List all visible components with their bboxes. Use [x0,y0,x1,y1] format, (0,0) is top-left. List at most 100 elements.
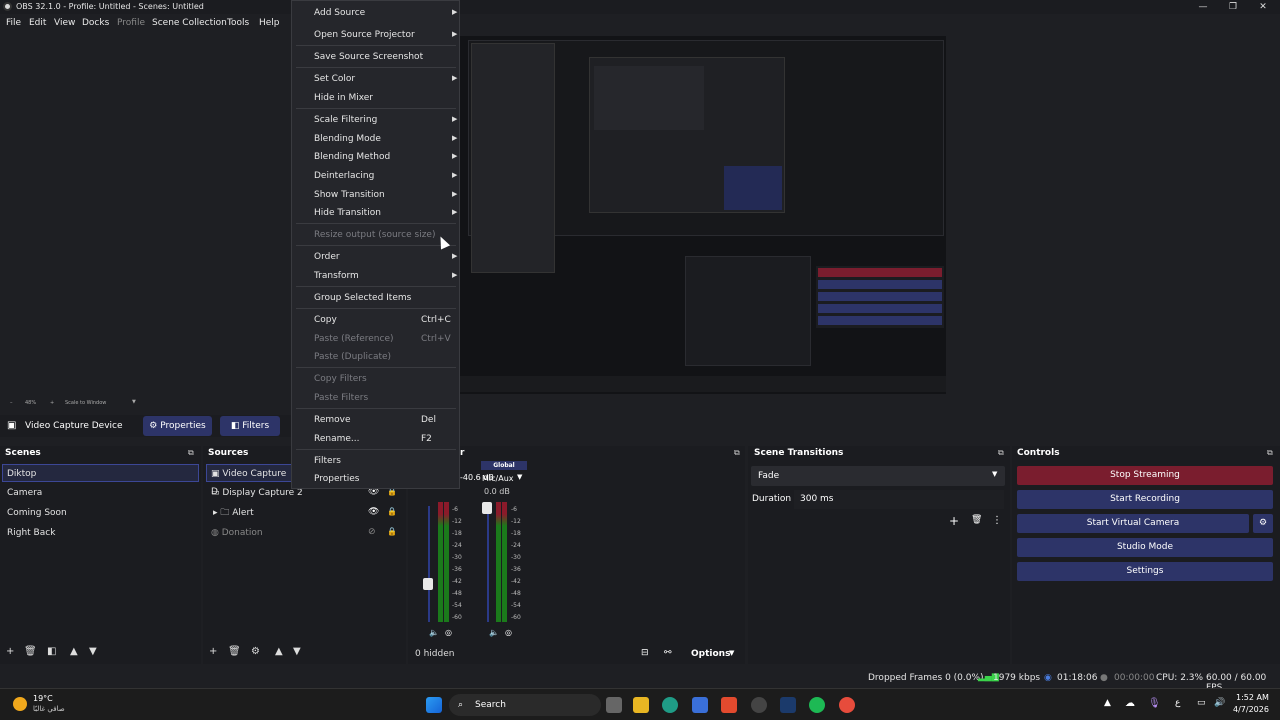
hidden-eye-icon[interactable]: ⊘ [368,527,376,537]
move-up-icon[interactable]: ▲ [275,646,283,657]
menu-edit[interactable]: Edit [29,18,46,28]
network-icon[interactable]: ▭ [1197,698,1206,708]
scale-mode[interactable]: Scale to Window [65,400,106,406]
windows-start-icon[interactable] [426,697,442,713]
chevron-down-icon[interactable]: ▼ [132,399,136,405]
close-icon[interactable]: ✕ [1248,0,1278,14]
menu-profile[interactable]: Profile [117,18,145,28]
source-item[interactable]: ▣ Video Capture D [206,464,296,497]
chevron-up-icon[interactable]: ▲ [1104,698,1111,708]
volume-slider-track[interactable] [428,506,430,622]
chevron-down-icon[interactable]: ▼ [517,473,522,481]
brave-icon[interactable] [721,697,737,713]
undock-icon[interactable]: ⧉ [1267,448,1273,458]
microphone-icon[interactable]: 🎙 [1148,698,1161,709]
menu-help[interactable]: Help [259,18,280,28]
zoom-out-icon[interactable]: – [10,400,13,406]
menu-view[interactable]: View [54,18,75,28]
spotify-icon[interactable] [809,697,825,713]
undock-icon[interactable]: ⧉ [998,448,1004,458]
more-options-icon[interactable]: ⋮ [992,515,1002,526]
language-indicator[interactable]: ع [1175,698,1180,708]
menu-file[interactable]: File [6,18,21,28]
start-virtual-camera-button[interactable]: Start Virtual Camera [1017,514,1249,533]
weather-icon[interactable] [13,697,27,711]
store-icon[interactable] [692,697,708,713]
menu-item-group-selected[interactable]: Group Selected Items [314,293,411,303]
menu-item-set-color[interactable]: Set Color [314,74,355,84]
scene-item[interactable]: Diktop [2,464,199,482]
taskbar-search[interactable]: ⌕ Search [449,694,601,716]
move-up-icon[interactable]: ▲ [70,646,78,657]
lock-icon[interactable]: 🔒 [387,507,397,516]
filters-button[interactable]: ◧ Filters [220,416,280,436]
menu-scene-collection[interactable]: Scene Collection [152,18,227,28]
chevron-down-icon[interactable]: ▼ [729,649,734,657]
menu-tools[interactable]: Tools [227,18,249,28]
move-down-icon[interactable]: ▼ [89,646,97,657]
preview-area[interactable] [3,35,290,397]
menu-item-scale-filtering[interactable]: Scale Filtering [314,115,377,125]
menu-item-blending-method[interactable]: Blending Method [314,152,390,162]
preview-canvas[interactable] [460,36,946,394]
edge-icon[interactable] [662,697,678,713]
duration-field[interactable]: 300 ms [794,490,1004,509]
menu-item-deinterlacing[interactable]: Deinterlacing [314,171,374,181]
filter-icon[interactable]: ◧ [47,646,56,657]
layout-icon[interactable]: ⊟ [641,648,649,658]
volume-icon[interactable]: 🔊 [1214,698,1225,708]
scene-item[interactable]: Right Back [2,524,199,542]
visibility-eye-icon[interactable]: 👁 [368,507,379,517]
transition-select[interactable]: Fade [751,466,1005,486]
start-recording-button[interactable]: Start Recording [1017,490,1273,509]
undock-icon[interactable]: ⧉ [734,448,740,458]
stop-streaming-button[interactable]: Stop Streaming [1017,466,1273,485]
volume-slider-handle[interactable] [423,578,433,590]
monitor-audio-icon[interactable]: ◎ [445,628,452,637]
obs-taskbar-icon[interactable] [751,697,767,713]
cloud-icon[interactable]: ☁ [1125,698,1135,709]
menu-item-rename[interactable]: Rename... [314,434,360,444]
trash-icon[interactable]: 🗑 [228,646,241,657]
move-down-icon[interactable]: ▼ [293,646,301,657]
volume-slider-handle[interactable] [482,502,492,514]
trash-icon[interactable]: 🗑 [971,515,982,525]
menu-item-hide-in-mixer[interactable]: Hide in Mixer [314,93,373,103]
menu-item-properties[interactable]: Properties [314,474,359,484]
zoom-in-icon[interactable]: + [50,400,54,406]
speaker-icon[interactable]: 🔈 [489,628,499,637]
add-icon[interactable]: + [209,646,217,657]
scene-item[interactable]: Coming Soon [2,504,199,522]
gear-icon[interactable]: ⚙ [1253,514,1273,533]
link-icon[interactable]: ⚯ [664,648,672,658]
studio-mode-button[interactable]: Studio Mode [1017,538,1273,557]
menu-item-order[interactable]: Order [314,252,340,262]
steam-icon[interactable] [780,697,796,713]
volume-slider-track[interactable] [487,506,489,622]
monitor-audio-icon[interactable]: ◎ [505,628,512,637]
file-explorer-icon[interactable] [633,697,649,713]
chevron-down-icon[interactable]: ▼ [992,470,997,478]
settings-button[interactable]: Settings [1017,562,1273,581]
menu-item-add-source[interactable]: Add Source [314,8,365,18]
trash-icon[interactable]: 🗑 [24,646,37,657]
gear-icon[interactable]: ⚙ [251,646,260,657]
lock-icon[interactable]: 🔒 [387,527,397,536]
menu-item-remove[interactable]: Remove [314,415,351,425]
menu-item-save-source-screenshot[interactable]: Save Source Screenshot [314,52,423,62]
menu-item-filters[interactable]: Filters [314,456,341,466]
menu-item-open-source-projector[interactable]: Open Source Projector [314,30,415,40]
properties-button[interactable]: ⚙ Properties [143,416,212,436]
undock-icon[interactable]: ⧉ [188,448,194,458]
maximize-icon[interactable]: ❐ [1218,0,1248,14]
add-icon[interactable]: + [6,646,14,657]
menu-item-blending-mode[interactable]: Blending Mode [314,134,381,144]
task-view-icon[interactable] [606,697,622,713]
minimize-icon[interactable]: — [1188,0,1218,14]
menu-item-hide-transition[interactable]: Hide Transition [314,208,381,218]
speaker-icon[interactable]: 🔈 [429,628,439,637]
mixer-options-button[interactable]: Options [691,649,730,659]
chrome-icon[interactable] [839,697,855,713]
menu-docks[interactable]: Docks [82,18,109,28]
add-icon[interactable]: + [949,514,959,528]
